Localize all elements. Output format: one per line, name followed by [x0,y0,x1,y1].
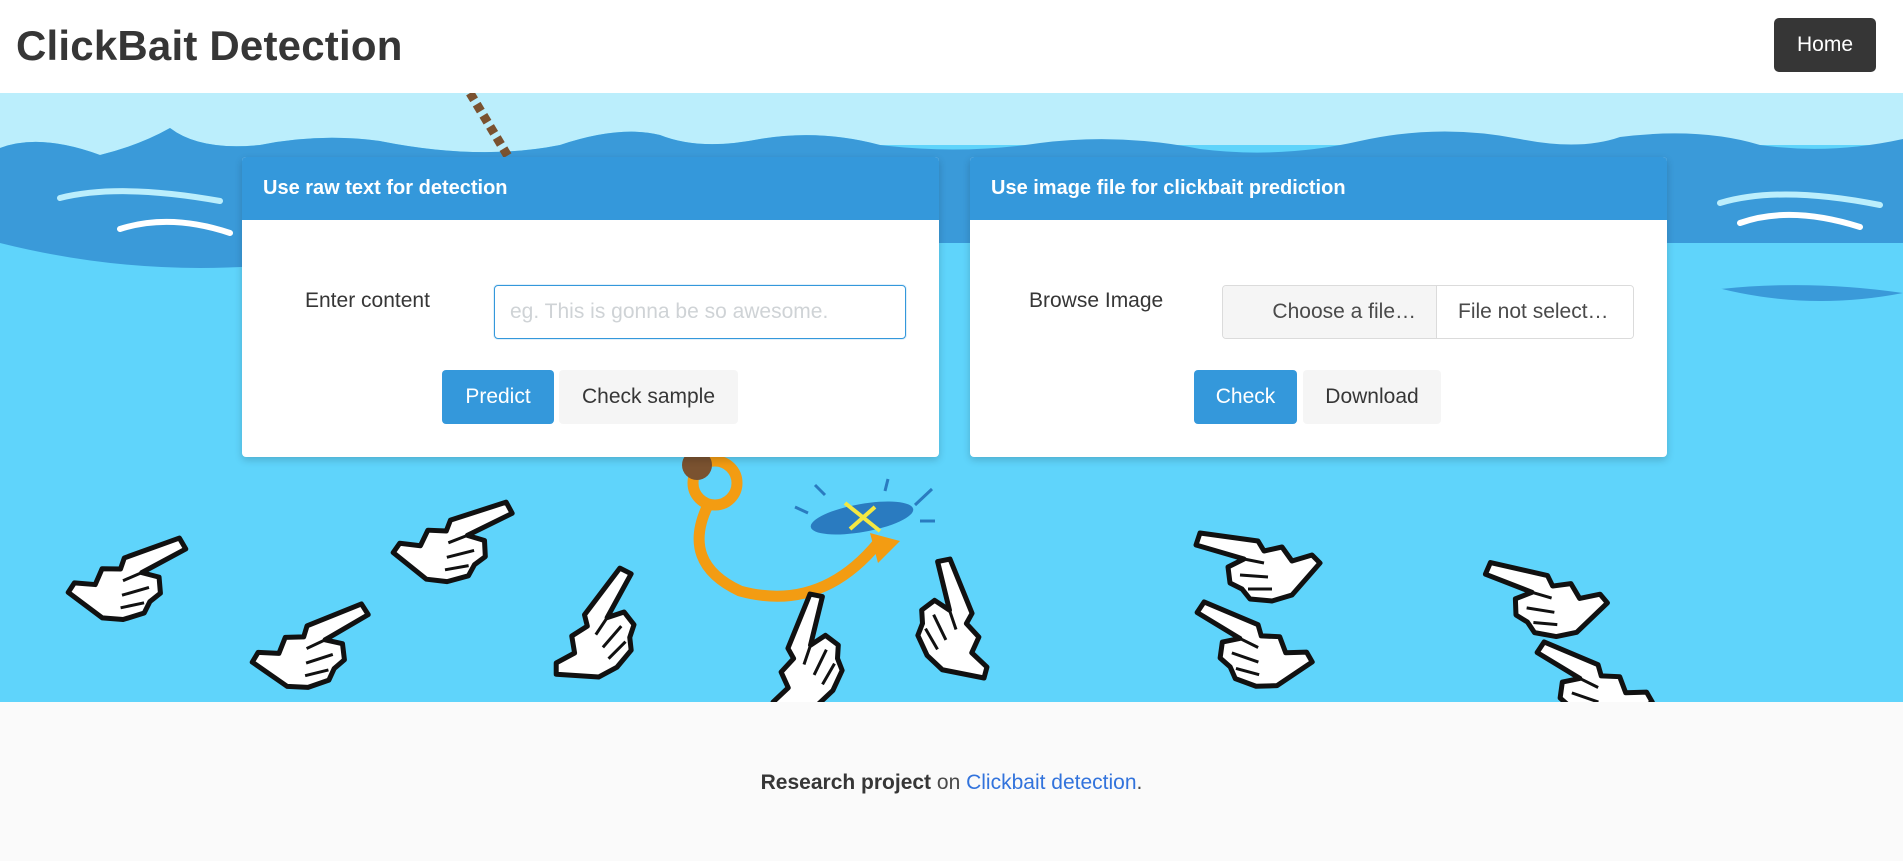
home-button[interactable]: Home [1774,18,1876,72]
text-card-header: Use raw text for detection [242,157,939,220]
text-detection-card: Use raw text for detection Enter content… [242,157,939,457]
footer-text: Research project on Clickbait detection. [0,771,1903,795]
footer-end: . [1136,771,1143,794]
browse-image-label: Browse Image [1029,289,1164,312]
clickbait-detection-link[interactable]: Clickbait detection [966,771,1136,794]
footer-middle: on [931,771,967,794]
file-upload[interactable]: Choose a file… File not select… [1222,285,1634,339]
image-card-header: Use image file for clickbait prediction [970,157,1667,220]
brand-title[interactable]: ClickBait Detection [16,22,403,70]
footer-strong: Research project [760,771,932,794]
image-prediction-card: Use image file for clickbait prediction … [970,157,1667,457]
navbar: ClickBait Detection Home [0,0,1903,93]
check-sample-button[interactable]: Check sample [559,370,738,424]
choose-file-button[interactable]: Choose a file… [1223,286,1437,338]
download-button[interactable]: Download [1303,370,1441,424]
content-input[interactable] [494,285,906,339]
enter-content-label: Enter content [305,289,430,312]
check-button[interactable]: Check [1194,370,1297,424]
predict-button[interactable]: Predict [442,370,554,424]
file-name-display: File not select… [1437,286,1633,338]
